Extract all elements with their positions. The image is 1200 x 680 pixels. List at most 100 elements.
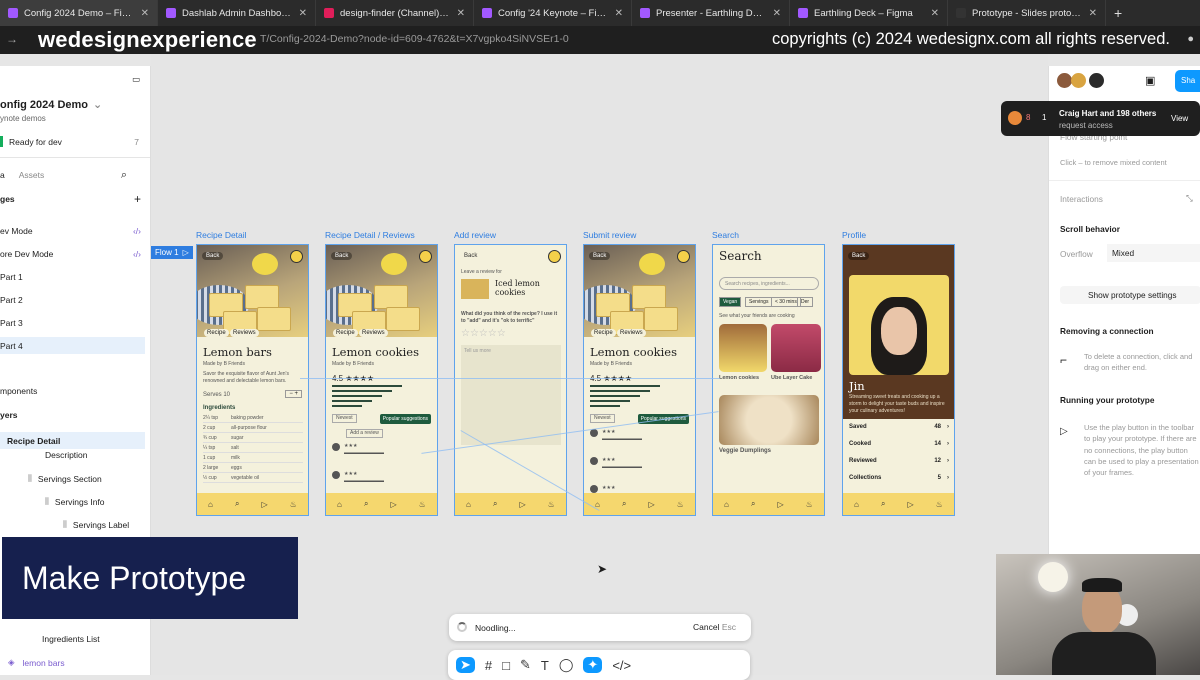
close-tab-icon[interactable]: ✕ [299, 8, 307, 19]
home-icon[interactable]: ⌂ [466, 500, 471, 509]
sort-select[interactable]: Newest [590, 414, 615, 423]
browser-tab[interactable]: design-finder (Channel) - UI ✕ [316, 0, 474, 26]
search-icon[interactable]: ⌕ [622, 499, 626, 509]
tab-assets[interactable]: Assets [19, 170, 45, 180]
frame-label[interactable]: Recipe Detail [196, 230, 247, 240]
play-icon[interactable]: ▷ [391, 500, 397, 509]
tab-layers[interactable]: a [0, 170, 5, 180]
servings-stepper[interactable]: − + [285, 390, 302, 398]
layer-lemon-bars[interactable]: lemon bars [23, 658, 65, 668]
cancel-button[interactable]: Cancel Esc [693, 622, 736, 632]
search-icon[interactable]: ⌕ [235, 499, 239, 509]
sidebar-toggle-icon[interactable]: ▭ [132, 74, 140, 85]
tab-recipe[interactable]: Recipe [333, 329, 358, 337]
tab-reviews[interactable]: Reviews [617, 329, 646, 337]
avatar[interactable] [677, 250, 690, 263]
layer-item[interactable]: ⫼ Servings Section [28, 473, 102, 484]
home-icon[interactable]: ⌂ [337, 500, 342, 509]
popular-button[interactable]: Popular suggestions [379, 414, 431, 424]
chef-hat-icon[interactable]: ♨ [936, 500, 943, 509]
play-icon[interactable]: ▷ [520, 500, 526, 509]
home-icon[interactable]: ⌂ [208, 500, 213, 509]
back-button[interactable]: Back [589, 252, 611, 260]
recipe-card-title[interactable]: Ube Layer Cake [771, 375, 812, 383]
collaborator-avatar[interactable] [1089, 73, 1104, 88]
flow-starting-badge[interactable]: Flow 1 ▷ [151, 246, 193, 259]
search-icon[interactable]: ⌕ [881, 499, 885, 509]
show-prototype-settings-button[interactable]: Show prototype settings [1060, 286, 1200, 304]
close-tab-icon[interactable]: ✕ [931, 8, 939, 19]
chef-hat-icon[interactable]: ♨ [419, 500, 426, 509]
text-tool-icon[interactable]: T [541, 658, 549, 673]
page-item[interactable]: ore Dev Mode ‹/› [0, 245, 145, 262]
browser-tab[interactable]: Earthling Deck – Figma ✕ [790, 0, 948, 26]
layer-item[interactable]: Description [45, 450, 88, 460]
file-name[interactable]: onfig 2024 Demo [0, 99, 88, 111]
profile-stat-row[interactable]: Reviewed 12 › [849, 457, 949, 465]
frame-label[interactable]: Submit review [583, 230, 636, 240]
frame-tool-icon[interactable]: # [485, 658, 492, 673]
collaborator-avatar[interactable] [1071, 73, 1086, 88]
frame-label[interactable]: Recipe Detail / Reviews [325, 230, 415, 240]
page-item[interactable]: Part 3 [0, 314, 145, 331]
browser-tab[interactable]: Dashlab Admin Dashboard UI ✕ [158, 0, 316, 26]
layer-item[interactable]: ⫼ Servings Label [63, 519, 129, 530]
close-tab-icon[interactable]: ✕ [615, 8, 623, 19]
chef-hat-icon[interactable]: ♨ [677, 500, 684, 509]
avatar[interactable] [548, 250, 561, 263]
overflow-select[interactable]: Mixed [1107, 244, 1200, 262]
page-item[interactable]: Part 1 [0, 268, 145, 285]
dev-mode-icon[interactable]: </> [612, 658, 631, 673]
ready-for-dev-label[interactable]: Ready for dev [9, 137, 62, 147]
prototype-frame[interactable]: Back Recipe Reviews Lemon cookies Made by B … [325, 244, 438, 516]
chevron-down-icon[interactable]: ⌄ [93, 98, 102, 111]
prototype-frame[interactable]: Back Leave a review for Iced lemon cookies… [454, 244, 567, 516]
chef-hat-icon[interactable]: ♨ [806, 500, 813, 509]
search-icon[interactable]: ⌕ [493, 499, 497, 509]
profile-stat-row[interactable]: Saved 48 › [849, 423, 949, 431]
page-item[interactable]: ev Mode ‹/› [0, 222, 145, 239]
chef-hat-icon[interactable]: ♨ [548, 500, 555, 509]
frame-label[interactable]: Add review [454, 230, 496, 240]
star-rating-input[interactable]: ☆☆☆☆☆ [461, 327, 506, 341]
close-tab-icon[interactable]: ✕ [457, 8, 465, 19]
avatar[interactable] [419, 250, 432, 263]
tab-recipe[interactable]: Recipe [591, 329, 616, 337]
layer-item[interactable]: Recipe Detail [0, 432, 145, 449]
tab-reviews[interactable]: Reviews [230, 329, 259, 337]
search-icon[interactable]: ⌕ [751, 499, 755, 509]
play-icon[interactable]: ▷ [908, 500, 914, 509]
view-button[interactable]: View [1171, 114, 1188, 123]
tab-reviews[interactable]: Reviews [359, 329, 388, 337]
filter-chip[interactable]: Servings [745, 297, 773, 307]
profile-stat-row[interactable]: Collections 5 › [849, 474, 949, 482]
search-icon[interactable]: ⌕ [364, 499, 368, 509]
url-text[interactable]: T/Config-2024-Demo?node-id=609-4762&t=X7… [260, 33, 569, 45]
frame-label[interactable]: Search [712, 230, 739, 240]
recipe-card-title[interactable]: Veggie Dumplings [719, 447, 771, 455]
collaborator-avatar[interactable] [1057, 73, 1072, 88]
prototype-frame[interactable]: Back Recipe Reviews Lemon cookies Made by B … [583, 244, 696, 516]
add-review-button[interactable]: Add a review [346, 429, 383, 438]
access-request-toast[interactable]: 8 1 Craig Hart and 198 others request ac… [1001, 101, 1200, 136]
search-input[interactable]: Search recipes, ingredients... [719, 277, 819, 290]
review-textarea[interactable]: Tell us more [461, 345, 561, 445]
close-tab-icon[interactable]: ✕ [773, 8, 781, 19]
rectangle-tool-icon[interactable]: □ [502, 658, 510, 673]
prototype-frame[interactable]: Back Recipe Reviews Lemon bars Made by B Fri… [196, 244, 309, 516]
home-icon[interactable]: ⌂ [724, 500, 729, 509]
browser-tab[interactable]: Config '24 Keynote – Figma ✕ [474, 0, 632, 26]
close-tab-icon[interactable]: ✕ [1089, 8, 1097, 19]
play-icon[interactable]: ▷ [778, 500, 784, 509]
pen-tool-icon[interactable]: ✎ [520, 657, 531, 673]
forward-icon[interactable]: → [6, 32, 18, 46]
sort-select[interactable]: Newest [332, 414, 357, 423]
layer-ingredients-list[interactable]: Ingredients List [42, 634, 100, 644]
move-tool-icon[interactable]: ➤ [456, 657, 475, 673]
page-item[interactable]: Part 4 [0, 337, 145, 354]
frame-label[interactable]: Profile [842, 230, 866, 240]
layer-item[interactable]: ⫼ Servings Info [45, 496, 105, 507]
browser-tab[interactable]: Config 2024 Demo – Figma ✕ [0, 0, 158, 26]
filter-chip[interactable]: Der [797, 297, 814, 307]
share-button[interactable]: Sha [1175, 70, 1200, 92]
